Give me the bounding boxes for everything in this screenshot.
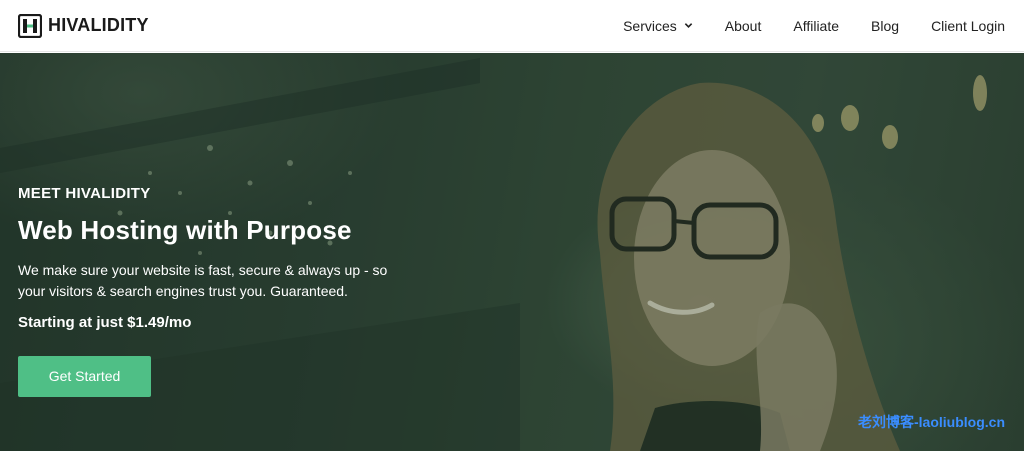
nav-services[interactable]: Services <box>623 18 693 34</box>
hero-tagline: We make sure your website is fast, secur… <box>18 262 388 299</box>
hero-content: MEET HIVALIDITY Web Hosting with Purpose… <box>18 185 418 397</box>
nav-client-login[interactable]: Client Login <box>931 18 1005 34</box>
site-header: HIVALIDITY Services About Affiliate Blog… <box>0 0 1024 52</box>
brand-link[interactable]: HIVALIDITY <box>18 13 149 38</box>
hero-eyebrow: MEET HIVALIDITY <box>18 185 151 202</box>
nav-services-label: Services <box>623 17 677 34</box>
nav-blog[interactable]: Blog <box>871 18 899 34</box>
hero-headline: Web Hosting with Purpose <box>18 215 352 245</box>
watermark-text: 老刘博客-laoliublog.cn <box>858 414 1005 430</box>
chevron-down-icon <box>684 23 692 28</box>
brand-name: HIVALIDITY <box>48 15 149 35</box>
nav-about[interactable]: About <box>725 18 762 34</box>
nav-affiliate[interactable]: Affiliate <box>793 18 839 34</box>
hivalidity-logo-icon <box>18 13 42 38</box>
get-started-button[interactable]: Get Started <box>18 356 151 397</box>
hero-section: MEET HIVALIDITY Web Hosting with Purpose… <box>0 53 1024 451</box>
hero-price: Starting at just $1.49/mo <box>18 314 192 331</box>
main-nav: Services About Affiliate Blog Client Log… <box>623 18 1005 34</box>
